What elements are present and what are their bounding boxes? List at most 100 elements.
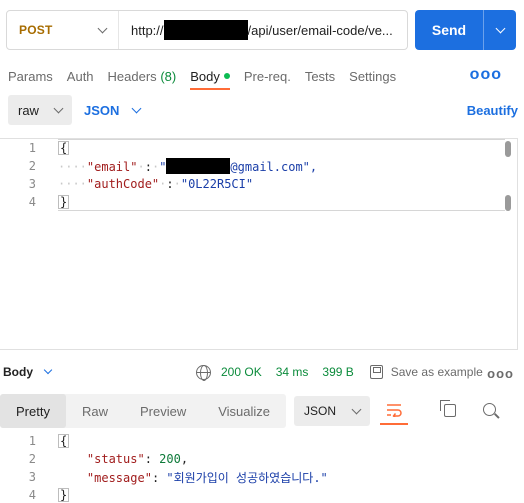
- open-brace: {: [58, 141, 70, 155]
- tab-auth[interactable]: Auth: [67, 62, 94, 90]
- tab-label: Pre-req.: [243, 68, 291, 84]
- code-text: {: [58, 434, 70, 448]
- status-code[interactable]: 200 OK: [221, 365, 262, 379]
- json-key: "authCode": [86, 177, 160, 191]
- url-bar: POST http:// /api/user/email-code/ve...: [6, 10, 408, 50]
- close-brace: }: [58, 195, 70, 209]
- line-number: 4: [28, 488, 36, 502]
- wrap-lines-icon: [387, 404, 402, 417]
- tab-label: Params: [8, 68, 53, 84]
- url-prefix: http://: [131, 22, 164, 38]
- response-more-button[interactable]: ooo: [487, 366, 514, 381]
- globe-icon[interactable]: [196, 364, 211, 381]
- chevron-down-icon: [131, 103, 142, 113]
- tab-pretty[interactable]: Pretty: [0, 394, 66, 428]
- body-mode-select[interactable]: raw: [8, 95, 72, 125]
- response-format-select[interactable]: JSON: [294, 396, 371, 426]
- current-line-top: [58, 139, 505, 140]
- request-body-editor[interactable]: 1 { 2 ····"email"·:·" @gmail.com", 3 ····…: [0, 138, 518, 350]
- response-body-label: Body: [3, 365, 33, 379]
- code-text: ····"email"·:·" @gmail.com",: [58, 158, 318, 174]
- save-icon: [369, 365, 383, 379]
- body-indicator-dot: [223, 73, 230, 79]
- json-string: "회원가입이 성공하였습니다.": [166, 470, 328, 485]
- tab-label: Headers: [107, 68, 157, 84]
- chevron-down-icon: [53, 103, 64, 113]
- line-number: 1: [28, 434, 36, 448]
- tab-label: Settings: [349, 68, 397, 84]
- method-label: POST: [19, 23, 53, 37]
- more-tabs-button[interactable]: ooo: [470, 66, 502, 84]
- search-icon[interactable]: [483, 403, 496, 416]
- code-text: }: [58, 488, 70, 502]
- code-line: 4 }: [0, 486, 512, 503]
- tab-body[interactable]: Body: [190, 62, 230, 90]
- chevron-down-icon: [495, 23, 505, 33]
- request-tabs: Params Auth Headers (8) Body Pre-req. Te…: [0, 62, 524, 90]
- tab-tests[interactable]: Tests: [305, 62, 335, 90]
- line-number: 3: [28, 470, 36, 484]
- code-text: "status": 200,: [86, 452, 189, 466]
- beautify-button[interactable]: Beautify: [467, 103, 518, 118]
- tab-headers[interactable]: Headers (8): [108, 62, 177, 90]
- open-brace: {: [58, 434, 70, 448]
- tab-label: Tests: [304, 68, 336, 84]
- tab-label: Auth: [66, 68, 94, 84]
- code-line: 1 {: [0, 139, 512, 157]
- response-body-viewer[interactable]: 1 { 2 "status": 200, 3 "message": "회원가입이…: [0, 432, 518, 503]
- view-tabs: Pretty Raw Preview Visualize: [0, 394, 287, 428]
- tab-raw[interactable]: Raw: [66, 394, 124, 428]
- copy-icon[interactable]: [440, 400, 456, 417]
- code-line: 2 ····"email"·:·" @gmail.com",: [0, 157, 512, 175]
- response-format-label: JSON: [304, 404, 337, 418]
- json-key: "message": [86, 470, 152, 485]
- body-mode-label: raw: [18, 102, 39, 118]
- headers-count: (8): [160, 68, 177, 84]
- send-options-button[interactable]: [483, 10, 516, 50]
- editor-scrollbar[interactable]: [505, 195, 511, 211]
- code-text: ····"authCode"·:·"0L22R5CI": [58, 177, 254, 191]
- line-number: 4: [28, 195, 36, 209]
- code-line: 2 "status": 200,: [0, 450, 512, 468]
- line-number: 3: [28, 177, 36, 191]
- json-key: "email": [86, 160, 138, 174]
- indent-dots: ····: [58, 160, 87, 174]
- current-line-bottom: [58, 210, 505, 211]
- colon: :: [166, 177, 174, 191]
- body-language-select[interactable]: JSON: [84, 102, 142, 118]
- code-text: {: [58, 141, 70, 155]
- tab-preview[interactable]: Preview: [124, 394, 202, 428]
- body-language-label: JSON: [84, 102, 120, 118]
- indent-dots: ····: [58, 177, 87, 191]
- tab-visualize[interactable]: Visualize: [202, 394, 286, 428]
- json-string: @gmail.com",: [230, 160, 318, 174]
- send-button[interactable]: Send: [415, 10, 483, 50]
- line-number: 1: [28, 141, 36, 155]
- response-body-select[interactable]: Body: [3, 365, 53, 379]
- line-number: 2: [28, 452, 36, 466]
- tab-settings[interactable]: Settings: [349, 62, 396, 90]
- json-key: "status": [86, 452, 145, 466]
- close-brace: }: [58, 488, 70, 502]
- colon: :: [144, 160, 152, 174]
- editor-scrollbar[interactable]: [505, 141, 511, 157]
- line-number: 2: [28, 159, 36, 173]
- wrap-lines-button[interactable]: [380, 397, 409, 425]
- method-select[interactable]: POST: [7, 11, 119, 49]
- chevron-down-icon: [97, 23, 108, 33]
- save-as-example-button[interactable]: Save as example: [391, 365, 483, 379]
- url-suffix: /api/user/email-code/ve...: [247, 22, 393, 38]
- tab-pre-request[interactable]: Pre-req.: [244, 62, 291, 90]
- url-input[interactable]: http:// /api/user/email-code/ve...: [119, 20, 407, 40]
- chevron-down-icon: [43, 365, 53, 375]
- tab-params[interactable]: Params: [8, 62, 53, 90]
- code-line: 4 }: [0, 193, 512, 211]
- tab-label: Body: [190, 68, 220, 84]
- response-stats: 200 OK 34 ms 399 B Save as example: [196, 364, 483, 381]
- code-line: 3 ····"authCode"·:·"0L22R5CI": [0, 175, 512, 193]
- body-options: raw JSON Beautify: [8, 94, 518, 126]
- json-string: "0L22R5CI": [180, 177, 254, 191]
- response-time[interactable]: 34 ms: [276, 365, 309, 379]
- json-number: 200: [159, 452, 181, 466]
- response-size[interactable]: 399 B: [322, 365, 353, 379]
